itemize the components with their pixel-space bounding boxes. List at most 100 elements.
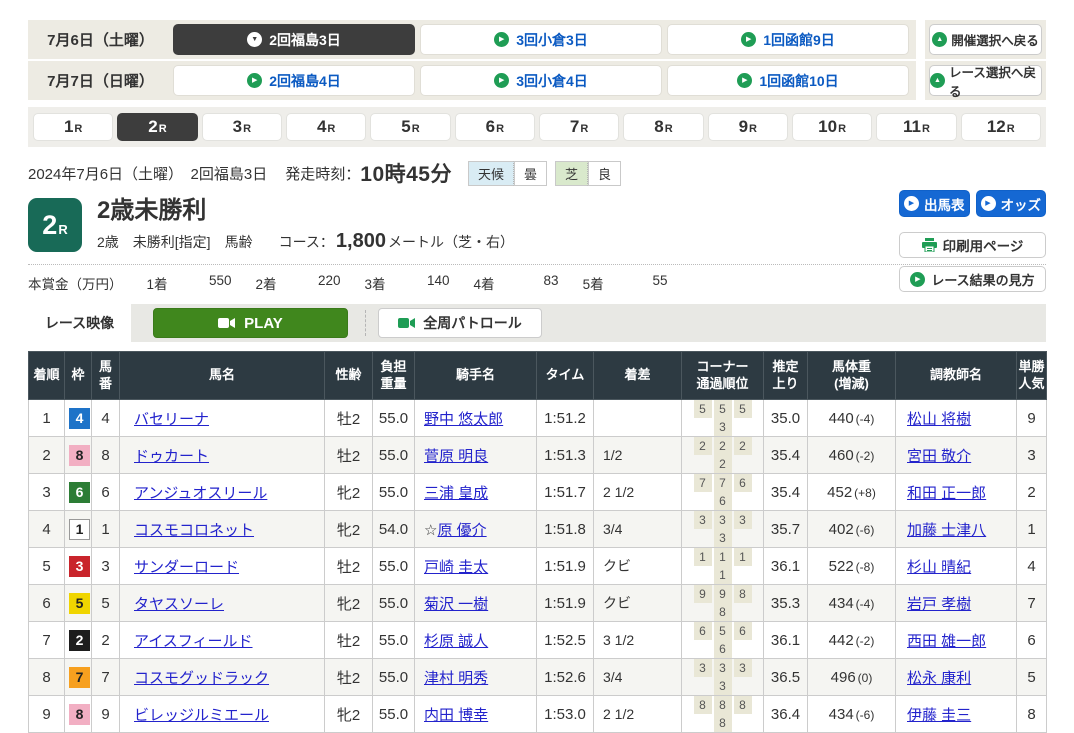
meeting-button-kokura3[interactable]: ▶ 3回小倉3日	[420, 24, 662, 55]
horse-name-link[interactable]: アンジュオスリール	[134, 485, 267, 502]
back-button-label: レース選択へ戻る	[949, 62, 1041, 100]
jockey-cell: 菅原 明良	[415, 437, 537, 474]
meeting-button-fukushima3[interactable]: ▼ 2回福島3日	[173, 24, 415, 55]
column-header: コーナー 通過順位	[682, 352, 764, 400]
trainer-link[interactable]: 杉山 晴紀	[907, 559, 971, 576]
trainer-link[interactable]: 岩戸 孝樹	[907, 596, 971, 613]
horse-name-cell: アンジュオスリール	[120, 474, 325, 511]
corner-position-4: 6	[714, 640, 732, 658]
jockey-prefix: ☆	[424, 522, 437, 539]
race-tab[interactable]: 8R	[623, 113, 703, 141]
horse-name-link[interactable]: タヤスソーレ	[134, 596, 224, 613]
jockey-link[interactable]: 菅原 明良	[424, 448, 488, 465]
play-video-button[interactable]: PLAY	[153, 308, 348, 338]
bracket-cell: 8	[65, 696, 92, 733]
finish-position: 2	[29, 437, 65, 474]
bracket-cell: 8	[65, 437, 92, 474]
column-header: 調教師名	[896, 352, 1017, 400]
race-tab[interactable]: 9R	[708, 113, 788, 141]
jockey-link[interactable]: 津村 明秀	[424, 670, 488, 687]
sex-age: 牡2	[325, 548, 373, 585]
meeting-button-kokura4[interactable]: ▶ 3回小倉4日	[420, 65, 662, 96]
trainer-link[interactable]: 宮田 敬介	[907, 448, 971, 465]
chevron-right-icon: ▶	[247, 73, 262, 88]
body-weight-value: 442	[829, 632, 854, 649]
body-weight-value: 496	[831, 669, 856, 686]
patrol-video-button[interactable]: 全周パトロール	[378, 308, 542, 338]
trainer-cell: 加藤 士津八	[896, 511, 1017, 548]
body-weight-diff: (+8)	[854, 486, 876, 500]
horse-name-link[interactable]: バセリーナ	[134, 411, 209, 428]
meeting-button-hakodate10[interactable]: ▶ 1回函館10日	[667, 65, 909, 96]
last-3f-time: 36.5	[764, 659, 808, 696]
jockey-link[interactable]: 杉原 誠人	[424, 633, 488, 650]
race-tab[interactable]: 11R	[876, 113, 956, 141]
carried-weight: 55.0	[373, 437, 415, 474]
body-weight-diff: (-4)	[856, 412, 875, 426]
trainer-cell: 伊藤 圭三	[896, 696, 1017, 733]
jockey-cell: 杉原 誠人	[415, 622, 537, 659]
jockey-link[interactable]: 原 優介	[437, 522, 486, 539]
race-tab[interactable]: 12R	[961, 113, 1041, 141]
weather-value-badge: 曇	[514, 161, 547, 186]
race-header: 2R 2歳未勝利 2歳 未勝利[指定] 馬齢 コース： 1,800 メートル（芝…	[28, 198, 1046, 252]
trainer-link[interactable]: 和田 正一郎	[907, 485, 986, 502]
jockey-link[interactable]: 野中 悠太郎	[424, 411, 503, 428]
corner-position-2: 7	[714, 474, 732, 492]
trainer-link[interactable]: 松永 康利	[907, 670, 971, 687]
race-tab[interactable]: 2R	[117, 113, 197, 141]
back-to-meeting-select-button[interactable]: ▲ 開催選択へ戻る	[929, 24, 1042, 55]
entries-button[interactable]: ▶ 出馬表	[899, 190, 970, 217]
trainer-link[interactable]: 加藤 士津八	[907, 522, 986, 539]
weather-label-badge: 天候	[468, 161, 514, 186]
horse-name-link[interactable]: コスモグッドラック	[134, 670, 269, 687]
corner-position-3: 3	[734, 659, 752, 677]
race-tab-r-suffix: R	[1007, 123, 1015, 135]
body-weight-cell: 496(0)	[808, 659, 896, 696]
trainer-link[interactable]: 伊藤 圭三	[907, 707, 971, 724]
meeting-button-fukushima4[interactable]: ▶ 2回福島4日	[173, 65, 415, 96]
sex-age: 牡2	[325, 659, 373, 696]
corner-position-2: 2	[714, 437, 732, 455]
bracket-cell: 4	[65, 400, 92, 437]
going-value-badge: 良	[588, 161, 621, 186]
result-guide-button[interactable]: ▶ レース結果の見方	[899, 266, 1046, 292]
odds-button[interactable]: ▶ オッズ	[976, 190, 1047, 217]
trainer-link[interactable]: 松山 将樹	[907, 411, 971, 428]
body-weight-value: 440	[829, 410, 854, 427]
jockey-link[interactable]: 内田 博幸	[424, 707, 488, 724]
race-tab[interactable]: 4R	[286, 113, 366, 141]
race-tab[interactable]: 5R	[370, 113, 450, 141]
horse-name-link[interactable]: アイスフィールド	[134, 633, 253, 650]
race-video-label: レース映像	[28, 304, 131, 342]
carried-weight: 55.0	[373, 400, 415, 437]
bracket-cell: 3	[65, 548, 92, 585]
race-tab[interactable]: 1R	[33, 113, 113, 141]
jockey-link[interactable]: 三浦 皇成	[424, 485, 488, 502]
jockey-link[interactable]: 菊沢 一樹	[424, 596, 488, 613]
horse-name-link[interactable]: ビレッジルミエール	[134, 707, 269, 724]
race-tab[interactable]: 3R	[202, 113, 282, 141]
horse-name-cell: ビレッジルミエール	[120, 696, 325, 733]
column-header: 着差	[594, 352, 682, 400]
corner-position-1: 3	[694, 659, 712, 677]
race-number: 2	[42, 210, 57, 241]
race-tab[interactable]: 6R	[455, 113, 535, 141]
chevron-up-icon: ▲	[930, 73, 945, 88]
trainer-link[interactable]: 西田 雄一郎	[907, 633, 986, 650]
race-result-page: 7月6日（土曜） ▼ 2回福島3日 ▶ 3回小倉3日 ▶ 1回函館9日	[0, 20, 1074, 733]
trainer-cell: 松永 康利	[896, 659, 1017, 696]
horse-name-cell: サンダーロード	[120, 548, 325, 585]
meeting-button-hakodate9[interactable]: ▶ 1回函館9日	[667, 24, 909, 55]
bracket-cell: 5	[65, 585, 92, 622]
corner-position-2: 5	[714, 400, 732, 418]
horse-name-link[interactable]: ドゥカート	[134, 448, 209, 465]
horse-name-link[interactable]: コスモコロネット	[134, 522, 254, 539]
bracket-number: 6	[69, 482, 90, 503]
print-page-button[interactable]: 印刷用ページ	[899, 232, 1046, 258]
jockey-link[interactable]: 戸崎 圭太	[424, 559, 488, 576]
race-tab[interactable]: 10R	[792, 113, 872, 141]
race-tab[interactable]: 7R	[539, 113, 619, 141]
back-to-race-select-button[interactable]: ▲ レース選択へ戻る	[929, 65, 1042, 96]
horse-name-link[interactable]: サンダーロード	[134, 559, 239, 576]
